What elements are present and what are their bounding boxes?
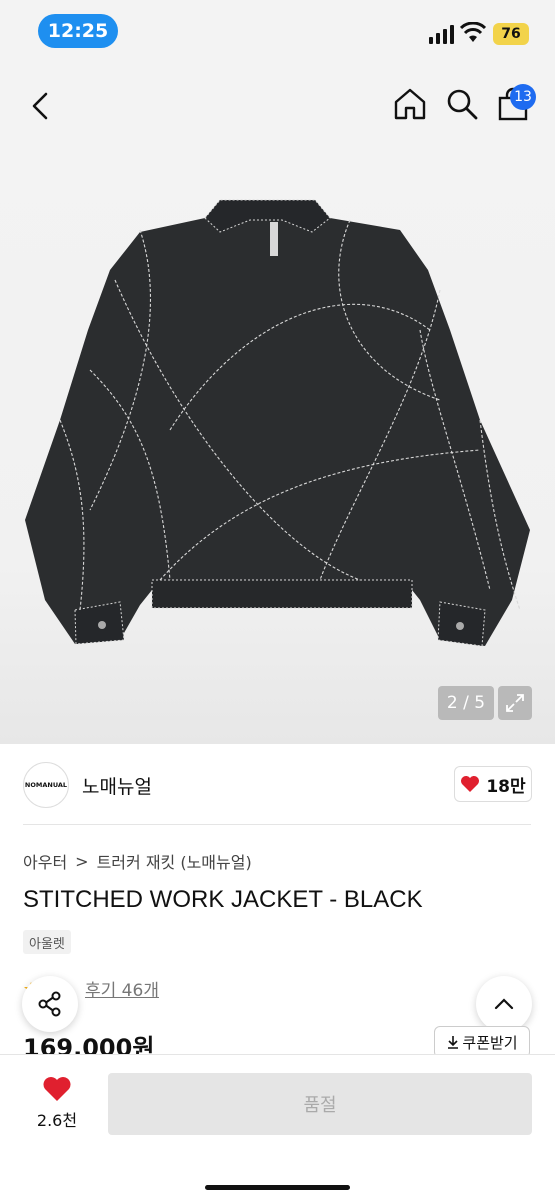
brand-row[interactable]: NOMANUAL 노매뉴얼 18만 [0, 744, 555, 826]
breadcrumb: 아우터 > 트러커 재킷 (노매뉴얼) [23, 849, 252, 873]
search-icon[interactable] [444, 86, 480, 122]
top-nav: 13 [0, 62, 555, 150]
outlet-tag: 아울렛 [23, 930, 71, 954]
brand-like-button[interactable]: 18만 [454, 766, 532, 802]
heart-icon [43, 1077, 71, 1101]
wish-count: 2.6천 [36, 1111, 78, 1130]
cart-count-badge: 13 [510, 84, 536, 110]
breadcrumb-category[interactable]: 아우터 [23, 849, 67, 873]
product-title: STITCHED WORK JACKET - BLACK [23, 886, 423, 913]
wish-button[interactable]: 2.6천 [22, 1075, 92, 1135]
wifi-icon [460, 22, 486, 42]
status-time: 12:25 [38, 14, 118, 48]
review-link[interactable]: 후기 46개 [85, 976, 159, 1001]
jacket-image [25, 199, 530, 647]
expand-icon [506, 694, 524, 712]
soldout-button[interactable]: 품절 [108, 1073, 532, 1135]
status-bar: 12:25 76 [0, 0, 555, 62]
bottom-action-bar: 2.6천 품절 [0, 1054, 555, 1200]
home-indicator [205, 1185, 350, 1190]
signal-icon [429, 25, 454, 44]
breadcrumb-subcategory[interactable]: 트러커 재킷 (노매뉴얼) [97, 849, 252, 873]
battery-indicator: 76 [493, 23, 529, 45]
back-arrow-icon[interactable] [26, 88, 54, 124]
breadcrumb-separator: > [75, 851, 89, 871]
image-counter: 2 / 5 [438, 686, 494, 720]
divider [23, 824, 531, 825]
scroll-top-button[interactable] [476, 976, 532, 1032]
expand-button[interactable] [498, 686, 532, 720]
share-icon [38, 991, 61, 1017]
share-button[interactable] [22, 976, 78, 1032]
brand-name[interactable]: 노매뉴얼 [82, 772, 152, 799]
chevron-up-icon [494, 998, 514, 1010]
coupon-label: 쿠폰받기 [462, 1033, 518, 1052]
brand-logo[interactable]: NOMANUAL [23, 762, 69, 808]
heart-icon [461, 776, 480, 792]
brand-like-count: 18만 [486, 776, 526, 797]
download-icon [448, 1036, 459, 1049]
home-icon[interactable] [392, 86, 428, 122]
product-image-gallery[interactable]: 2 / 5 [0, 150, 555, 744]
